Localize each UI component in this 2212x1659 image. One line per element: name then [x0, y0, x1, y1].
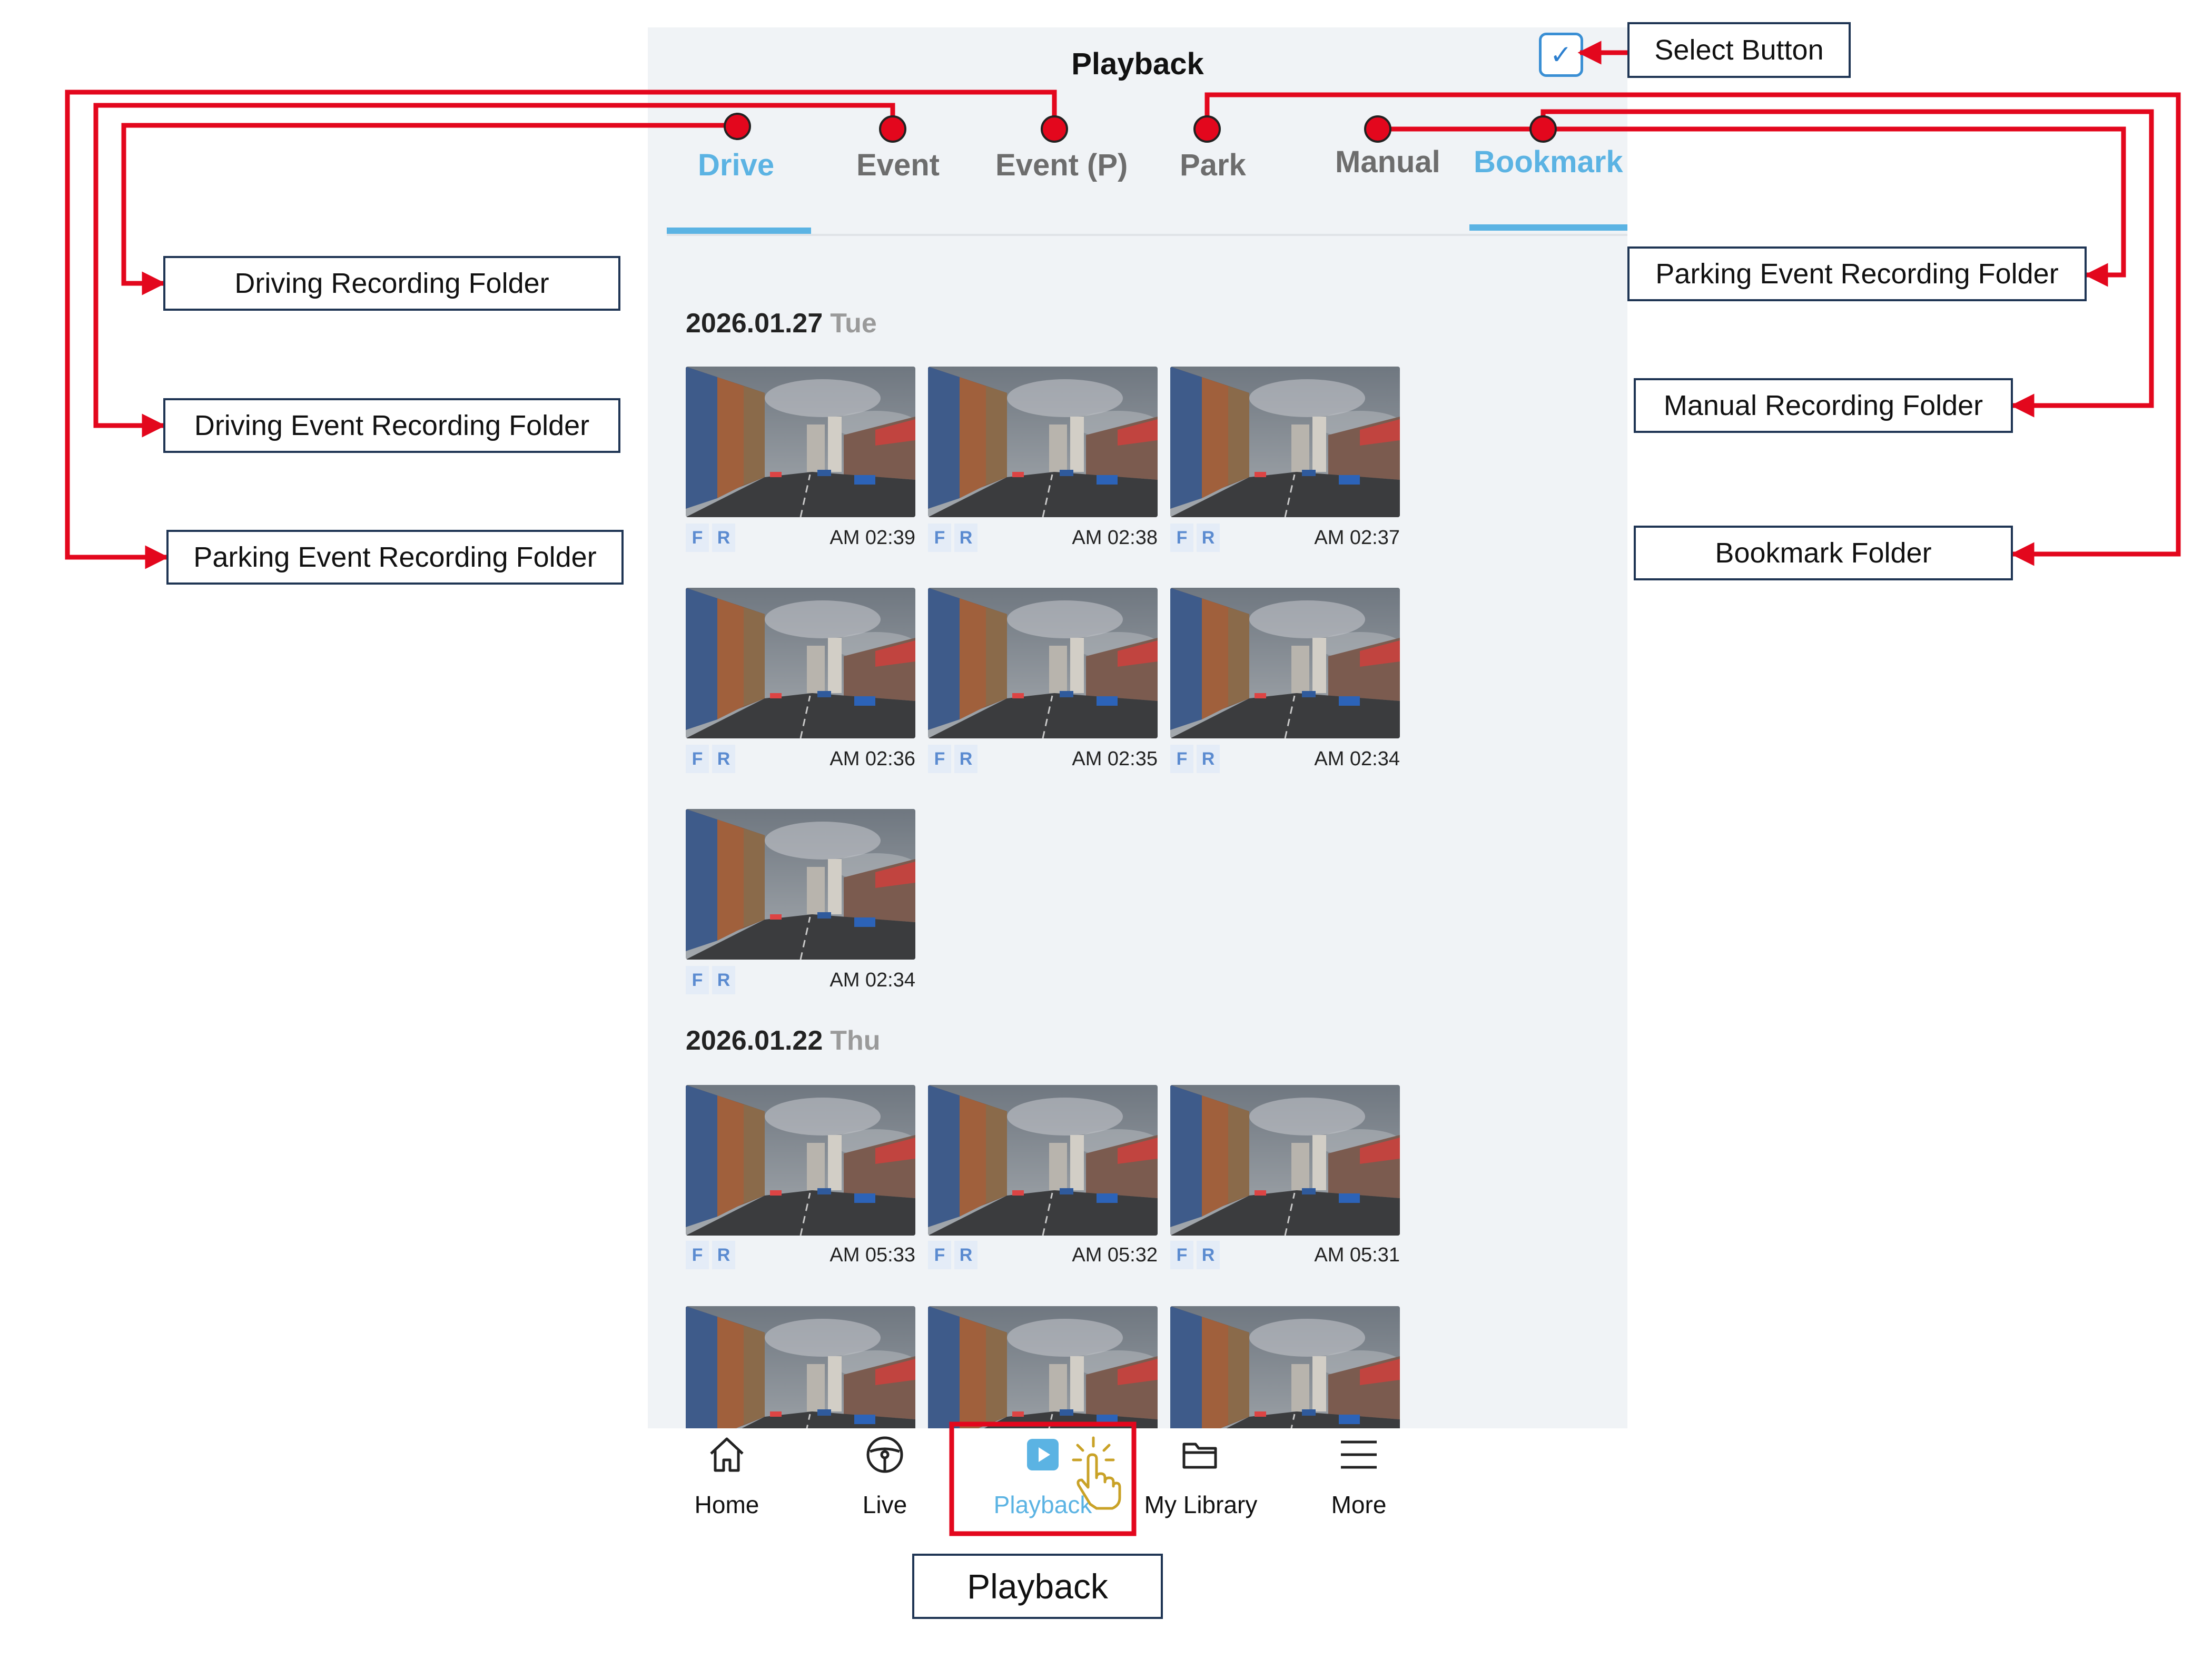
- callout-select-button: Select Button: [1627, 22, 1851, 78]
- callout-marker: [724, 113, 751, 140]
- callout-marker: [1529, 115, 1557, 143]
- callout-parking-event-right: Parking Event Recording Folder: [1627, 246, 2087, 301]
- callout-driving-recording: Driving Recording Folder: [163, 256, 620, 311]
- callout-parking-event-left: Parking Event Recording Folder: [166, 530, 624, 585]
- callout-marker: [1193, 115, 1221, 143]
- callout-bookmark-folder: Bookmark Folder: [1634, 526, 2013, 580]
- callout-marker: [1364, 115, 1391, 143]
- callout-marker: [879, 115, 906, 143]
- callout-playback: Playback: [912, 1554, 1163, 1619]
- callout-marker: [1041, 115, 1068, 143]
- callout-driving-event: Driving Event Recording Folder: [163, 398, 620, 453]
- callout-manual-recording: Manual Recording Folder: [1634, 378, 2013, 433]
